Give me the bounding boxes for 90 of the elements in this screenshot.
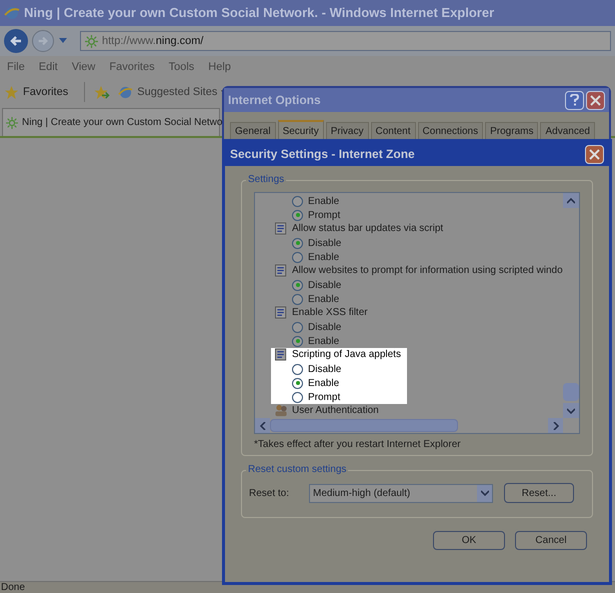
group-label: Reset custom settings: [246, 463, 348, 477]
setting-label: Enable XSS filter: [292, 306, 368, 320]
close-button[interactable]: [585, 144, 604, 164]
window-title: Ning | Create your own Custom Social Network. - Windows Internet Explorer: [24, 4, 494, 22]
close-icon: [590, 94, 601, 106]
setting-label: Scripting of Java applets: [292, 348, 401, 362]
arrow-right-icon: [37, 35, 49, 47]
horizontal-scrollbar[interactable]: [255, 418, 563, 433]
caret-icon: [480, 490, 488, 496]
browser-tab[interactable]: Ning | Create your own Custom Social Netwo: [2, 108, 220, 136]
option-label: Disable: [308, 362, 342, 376]
reset-label: Reset to:: [249, 486, 290, 500]
option-label: Prompt: [308, 390, 340, 404]
star-arrow-icon[interactable]: [93, 84, 110, 100]
option-label: Prompt: [308, 208, 340, 222]
setting-label: Allow websites to prompt for information using scripted windo: [292, 264, 563, 278]
scroll-down-button[interactable]: [563, 403, 579, 418]
star-icon: [4, 84, 19, 100]
option-label: Disable: [308, 278, 342, 292]
users-icon: [274, 404, 289, 417]
tab[interactable]: Privacy: [326, 122, 368, 140]
tab[interactable]: Connections: [418, 122, 484, 140]
radio-button[interactable]: [292, 210, 303, 220]
arrow-left-icon: [9, 34, 23, 48]
chevron-up-icon: [567, 198, 575, 204]
group-label: Settings: [246, 173, 286, 187]
menu-item[interactable]: Edit: [38, 58, 58, 76]
radio-button[interactable]: [292, 196, 303, 206]
radio-button[interactable]: [292, 378, 303, 388]
reset-button[interactable]: Reset...: [504, 483, 574, 503]
help-button[interactable]: [565, 90, 584, 110]
setting-label: Allow status bar updates via script: [292, 222, 444, 236]
menu-item[interactable]: File: [7, 58, 25, 76]
note-text: *Takes effect after you restart Internet Explorer: [254, 438, 462, 452]
scroll-right-button[interactable]: [548, 418, 563, 433]
reset-dropdown[interactable]: Medium-high (default): [309, 484, 493, 502]
dialog-title: Internet Options: [228, 92, 321, 109]
address-field[interactable]: http://www.ning.com/: [80, 31, 611, 51]
option-label: Enable: [308, 376, 340, 390]
setting-label: User Authentication: [292, 404, 379, 418]
tab[interactable]: General: [230, 122, 276, 140]
dropdown-arrow-icon[interactable]: [58, 37, 68, 45]
tab[interactable]: Advanced: [540, 122, 595, 140]
menu-item[interactable]: View: [72, 58, 96, 76]
radio-button[interactable]: [292, 238, 303, 248]
radio-button[interactable]: [292, 336, 303, 346]
chevron-down-icon: [567, 408, 575, 414]
option-label: Disable: [308, 236, 342, 250]
scroll-up-button[interactable]: [563, 193, 579, 208]
ok-button[interactable]: OK: [433, 531, 505, 550]
favorites-button[interactable]: Favorites: [4, 84, 68, 100]
back-button[interactable]: [4, 29, 28, 53]
globe-e-icon: [118, 84, 134, 100]
radio-button[interactable]: [292, 392, 303, 402]
cancel-button[interactable]: Cancel: [515, 531, 587, 550]
globe-e-icon: [4, 5, 20, 21]
chevron-right-icon: [552, 422, 558, 430]
address-text: http://www.ning.com/: [102, 34, 204, 49]
option-label: Enable: [308, 194, 340, 208]
script-settings-icon: [274, 222, 289, 235]
menu-item[interactable]: Tools: [168, 58, 194, 76]
chevron-left-icon: [260, 422, 266, 430]
sun-icon: [85, 34, 98, 48]
close-icon: [589, 148, 600, 160]
script-settings-icon: [274, 306, 289, 319]
tab[interactable]: Programs: [485, 122, 538, 140]
menu-item[interactable]: Help: [208, 58, 231, 76]
status-text: Done: [1, 583, 25, 593]
close-button[interactable]: [586, 90, 605, 110]
radio-button[interactable]: [292, 322, 303, 332]
script-settings-icon: [274, 348, 289, 361]
tab[interactable]: Security: [278, 120, 324, 140]
scroll-left-button[interactable]: [255, 418, 270, 433]
option-label: Enable: [308, 292, 340, 306]
radio-button[interactable]: [292, 252, 303, 262]
scroll-thumb[interactable]: [563, 383, 579, 401]
forward-button[interactable]: [32, 30, 54, 52]
radio-button[interactable]: [292, 294, 303, 304]
menu-item[interactable]: Favorites: [109, 58, 155, 76]
scroll-thumb[interactable]: [270, 419, 458, 432]
question-mark-icon: [570, 94, 579, 106]
sun-icon: [6, 116, 18, 128]
tab[interactable]: Content: [370, 122, 416, 140]
option-label: Disable: [308, 320, 342, 334]
dialog-title: Security Settings - Internet Zone: [230, 146, 415, 163]
script-settings-icon: [274, 264, 289, 277]
option-label: Enable: [308, 250, 340, 264]
radio-button[interactable]: [292, 280, 303, 290]
option-label: Enable: [308, 334, 340, 348]
radio-button[interactable]: [292, 364, 303, 374]
